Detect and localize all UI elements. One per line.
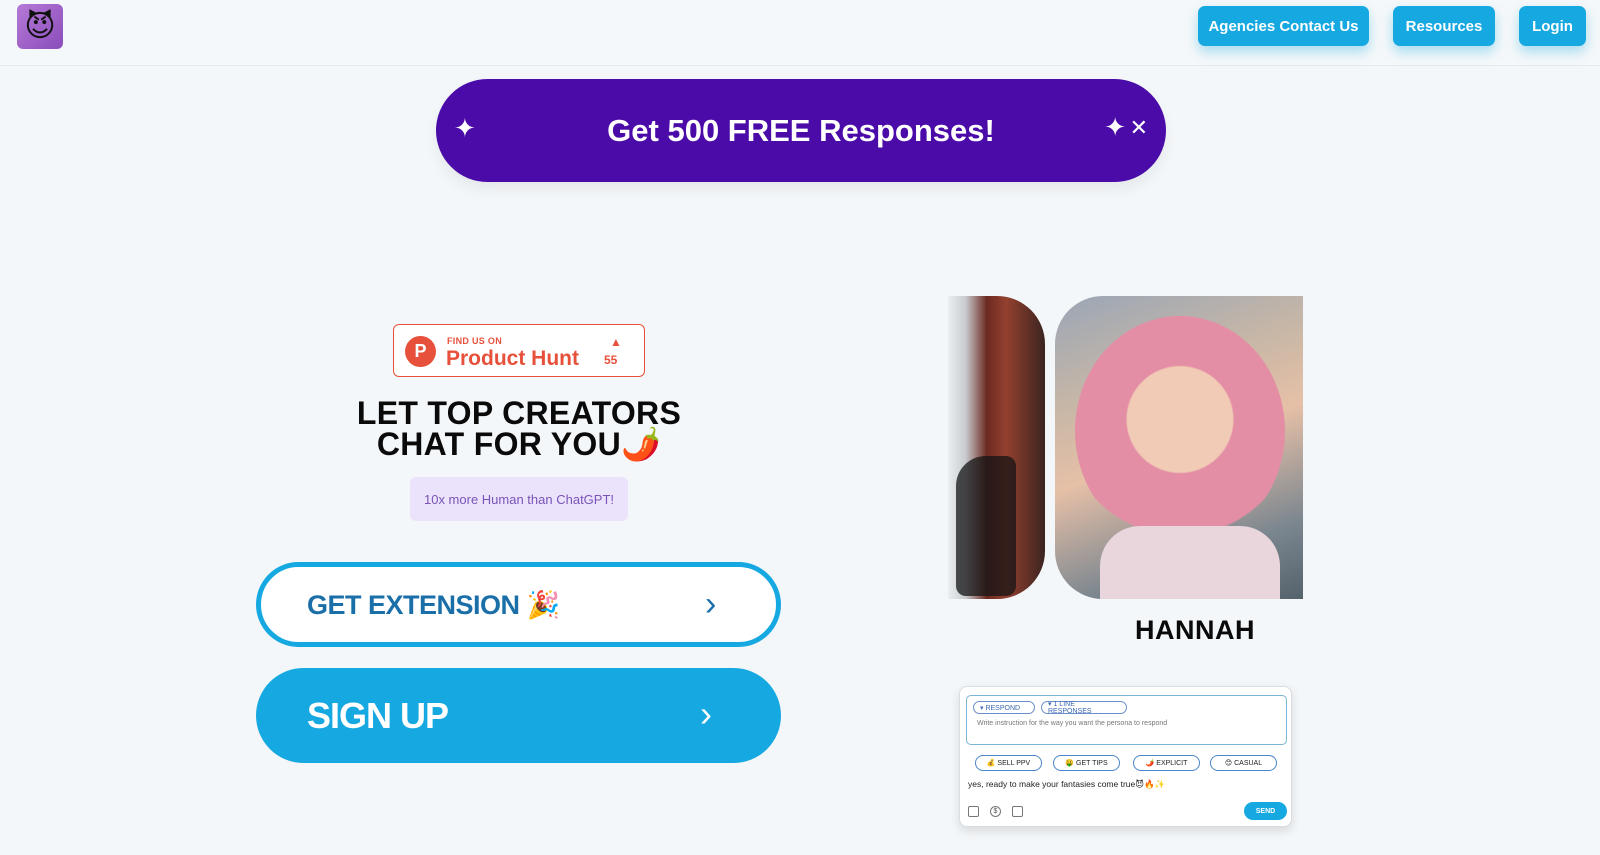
photo-detail <box>1075 316 1285 546</box>
explicit-chip[interactable]: 🌶️ EXPLICIT <box>1133 755 1200 771</box>
get-extension-button[interactable]: GET EXTENSION 🎉 › <box>256 562 781 647</box>
devil-logo-icon[interactable]: 😈 <box>17 4 63 49</box>
resources-button[interactable]: Resources <box>1393 6 1495 46</box>
casual-chip[interactable]: 😊 CASUAL <box>1210 755 1277 771</box>
top-nav: 😈 Agencies Contact Us Resources Login <box>0 0 1600 66</box>
image-icon[interactable] <box>968 806 979 817</box>
persona-photo-previous[interactable] <box>948 296 1045 599</box>
instruction-placeholder: Write instruction for the way you want t… <box>977 720 1168 727</box>
photo-detail <box>956 456 1016 596</box>
headline-line-1: LET TOP CREATORS <box>356 395 682 431</box>
photo-detail <box>1100 526 1280 599</box>
dollar-icon[interactable]: $ <box>990 806 1001 817</box>
instruction-box[interactable]: ▾ RESPOND ▾ 1 LINE RESPONSES Write instr… <box>966 695 1287 745</box>
product-hunt-badge[interactable]: P FIND US ON Product Hunt ▲ 55 <box>393 324 645 377</box>
sign-up-button[interactable]: SIGN UP › <box>256 668 781 763</box>
get-extension-label: GET EXTENSION 🎉 <box>307 590 560 620</box>
login-button[interactable]: Login <box>1519 6 1586 46</box>
chat-widget-preview: ▾ RESPOND ▾ 1 LINE RESPONSES Write instr… <box>959 686 1292 827</box>
sign-up-label: SIGN UP <box>307 695 449 736</box>
chevron-right-icon: › <box>700 693 712 734</box>
headline-line-2: CHAT FOR YOU🌶️ <box>376 426 662 462</box>
send-button[interactable]: SEND <box>1244 802 1287 820</box>
product-hunt-name: Product Hunt <box>446 347 579 370</box>
close-icon[interactable]: ✕ <box>1130 115 1148 141</box>
persona-photo-hannah[interactable] <box>1055 296 1303 599</box>
sparkle-icon: ✦ <box>1104 112 1126 142</box>
respond-dropdown[interactable]: ▾ RESPOND <box>973 701 1035 714</box>
product-hunt-find-label: FIND US ON <box>447 336 503 346</box>
promo-text: Get 500 FREE Responses! <box>607 112 995 148</box>
agencies-contact-button[interactable]: Agencies Contact Us <box>1198 6 1369 46</box>
chevron-right-icon: › <box>705 585 717 623</box>
tagline-badge: 10x more Human than ChatGPT! <box>410 477 628 521</box>
upvote-arrow-icon: ▲ <box>610 335 622 349</box>
promo-banner[interactable]: ✦ Get 500 FREE Responses! ✦ ✕ <box>436 79 1166 182</box>
line-responses-dropdown[interactable]: ▾ 1 LINE RESPONSES <box>1041 701 1127 715</box>
sell-ppv-chip[interactable]: 💰 SELL PPV <box>975 755 1042 771</box>
hero-headline: LET TOP CREATORS CHAT FOR YOU🌶️ <box>300 395 738 462</box>
sparkle-icon: ✦ <box>454 113 476 143</box>
upvote-count: 55 <box>604 353 618 367</box>
suggested-message: yes, ready to make your fantasies come t… <box>968 779 1166 789</box>
product-hunt-icon: P <box>405 336 436 367</box>
get-tips-chip[interactable]: 🤑 GET TIPS <box>1053 755 1120 771</box>
vault-icon[interactable] <box>1012 806 1023 817</box>
persona-name: HANNAH <box>1135 615 1255 645</box>
